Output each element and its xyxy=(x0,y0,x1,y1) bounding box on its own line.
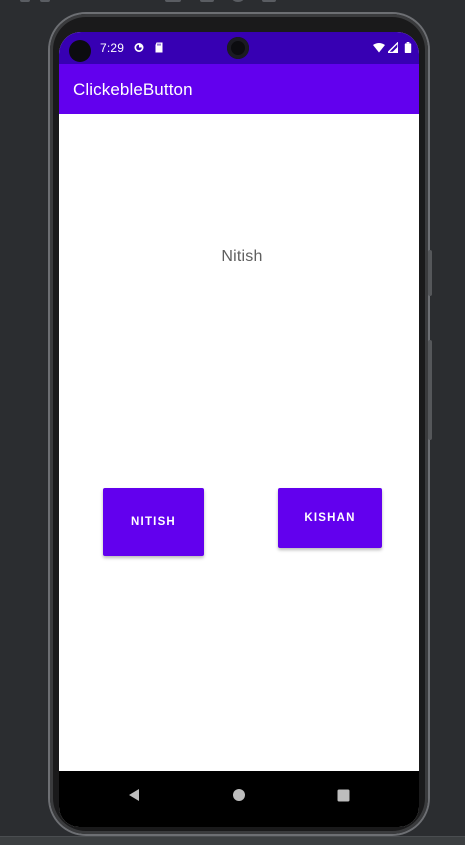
home-icon[interactable] xyxy=(229,785,249,805)
signal-icon xyxy=(388,42,398,53)
camera-hole-icon xyxy=(227,37,249,59)
app-title: ClickebleButton xyxy=(73,80,193,99)
ide-toolbar-item[interactable] xyxy=(200,0,214,2)
app-bar: ClickebleButton xyxy=(59,64,419,114)
battery-icon xyxy=(404,42,412,53)
camera-cutout xyxy=(69,40,91,62)
sd-card-icon xyxy=(155,42,163,53)
ide-toolbar-item[interactable] xyxy=(165,0,181,2)
ide-toolbar-strip xyxy=(0,0,465,6)
ide-toolbar-item[interactable] xyxy=(262,0,276,2)
phone-screen: 7:29 ClickebleButton Nitish Nitish Kisha… xyxy=(59,32,419,827)
back-icon[interactable] xyxy=(124,785,144,805)
navigation-bar xyxy=(59,771,419,827)
display-text: Nitish xyxy=(221,248,263,265)
recents-icon[interactable] xyxy=(333,785,353,805)
status-time: 7:29 xyxy=(100,41,125,55)
ide-toolbar-item[interactable] xyxy=(40,0,50,2)
kishan-button[interactable]: Kishan xyxy=(278,488,382,548)
status-bar: 7:29 xyxy=(59,32,419,64)
alarm-icon xyxy=(134,43,144,52)
nitish-button[interactable]: Nitish xyxy=(103,488,204,556)
volume-button[interactable] xyxy=(428,250,432,296)
power-button[interactable] xyxy=(428,340,432,440)
wifi-icon xyxy=(373,43,385,53)
main-content: Nitish Nitish Kishan xyxy=(59,114,419,771)
ide-toolbar-item[interactable] xyxy=(232,0,244,2)
ide-toolbar-item[interactable] xyxy=(20,0,30,2)
